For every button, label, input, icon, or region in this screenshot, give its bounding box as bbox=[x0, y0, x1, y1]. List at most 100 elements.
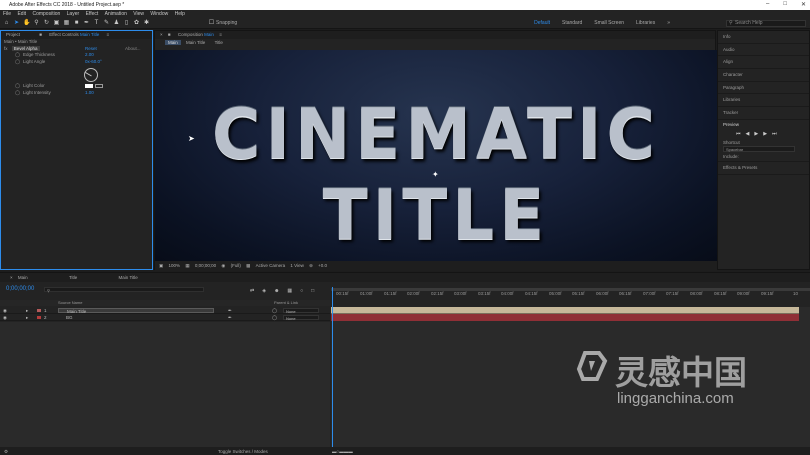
parent-dropdown[interactable]: None bbox=[283, 308, 319, 314]
menu-help[interactable]: Help bbox=[175, 10, 185, 18]
maximize-icon[interactable]: □ bbox=[783, 1, 787, 8]
angle-dial[interactable] bbox=[84, 68, 98, 82]
breadcrumb-title[interactable]: Title bbox=[215, 40, 223, 45]
workspace-default[interactable]: Default bbox=[534, 20, 550, 26]
layer-name[interactable]: BG bbox=[58, 315, 214, 320]
panel-tracker[interactable]: Tracker bbox=[718, 107, 809, 120]
breadcrumb-main[interactable]: Main bbox=[165, 40, 181, 45]
more-workspaces-icon[interactable]: » bbox=[667, 20, 670, 26]
layer-row[interactable]: ◉ ▸ 1 Main Title ✒ ◯ None bbox=[0, 307, 330, 314]
visibility-eye-icon[interactable]: ◉ bbox=[3, 314, 7, 321]
workspace-standard[interactable]: Standard bbox=[562, 20, 582, 26]
param-light-intensity[interactable]: ◯ Light Intensity 1.00 bbox=[1, 90, 152, 97]
timeline-timecode[interactable]: 0;00;00;00 bbox=[6, 286, 34, 292]
last-frame-icon[interactable]: ⏭ bbox=[772, 131, 777, 137]
rotate-tool-icon[interactable]: ↻ bbox=[43, 20, 50, 27]
column-parent-link[interactable]: Parent & Link bbox=[274, 300, 298, 306]
layer-search-input[interactable]: ⚲ bbox=[44, 287, 204, 293]
pick-whip-icon[interactable]: ◯ bbox=[272, 307, 277, 314]
brush-tool-icon[interactable]: ✎ bbox=[103, 20, 110, 27]
composition-mini-flowchart-icon[interactable]: ⇄ bbox=[250, 288, 254, 294]
param-value[interactable]: 1.00 bbox=[85, 90, 94, 97]
tab-timeline-main[interactable]: Main bbox=[18, 275, 28, 280]
layer-switch-icon[interactable]: ✒ bbox=[228, 307, 232, 314]
zoom-slider[interactable]: ▬○▬▬▬ bbox=[332, 447, 353, 455]
layer-bar-main-title[interactable] bbox=[331, 307, 799, 314]
fx-icon[interactable]: fx bbox=[4, 46, 8, 51]
lock-icon[interactable]: ■ bbox=[168, 32, 171, 37]
puppet-tool-icon[interactable]: ✱ bbox=[143, 20, 150, 27]
rectangle-tool-icon[interactable]: ■ bbox=[73, 20, 80, 27]
graph-editor-icon[interactable]: □ bbox=[311, 288, 314, 294]
tab-project[interactable]: Project bbox=[6, 32, 20, 37]
home-icon[interactable]: ⌂ bbox=[3, 20, 10, 27]
snapshot-icon[interactable]: ◉ bbox=[221, 263, 225, 268]
column-source-name[interactable]: Source Name bbox=[58, 300, 82, 306]
expand-arrow-icon[interactable]: ▸ bbox=[26, 314, 28, 321]
pick-whip-icon[interactable]: ◯ bbox=[272, 314, 277, 321]
region-icon[interactable]: ▣ bbox=[159, 263, 163, 268]
tab-timeline-main-title[interactable]: Main Title bbox=[119, 275, 138, 280]
panel-libraries[interactable]: Libraries bbox=[718, 94, 809, 108]
parent-dropdown[interactable]: None bbox=[283, 315, 319, 321]
transparency-grid-icon[interactable]: ▩ bbox=[246, 263, 250, 268]
close-icon[interactable]: × bbox=[160, 32, 163, 37]
current-time-indicator[interactable] bbox=[332, 287, 333, 447]
eraser-tool-icon[interactable]: ▯ bbox=[123, 20, 130, 27]
roto-brush-tool-icon[interactable]: ✿ bbox=[133, 20, 140, 27]
toggle-switches-modes-button[interactable]: Toggle Switches / Modes bbox=[218, 447, 268, 455]
time-ruler[interactable]: 00:15f 01:00f 01:15f 02:00f 02:15f 03:00… bbox=[331, 287, 810, 301]
fast-preview-icon[interactable]: ⊛ bbox=[309, 263, 313, 268]
camera-dropdown[interactable]: Active Camera bbox=[256, 263, 286, 268]
panel-align[interactable]: Align bbox=[718, 56, 809, 70]
panel-paragraph[interactable]: Paragraph bbox=[718, 82, 809, 95]
tab-timeline-title[interactable]: Title bbox=[69, 275, 77, 280]
prev-frame-icon[interactable]: ◀ bbox=[746, 131, 750, 137]
close-icon[interactable]: × bbox=[10, 275, 13, 280]
tab-effect-controls[interactable]: Effect Controls bbox=[49, 32, 78, 37]
close-icon[interactable]: ✕ bbox=[801, 1, 806, 8]
menu-animation[interactable]: Animation bbox=[105, 10, 127, 18]
menu-layer[interactable]: Layer bbox=[67, 10, 80, 18]
shy-layers-icon[interactable]: ☻ bbox=[274, 288, 279, 294]
views-dropdown[interactable]: 1 View bbox=[290, 263, 303, 268]
search-help-input[interactable]: ⚲ Search Help bbox=[726, 20, 806, 27]
draft-3d-icon[interactable]: ◈ bbox=[262, 288, 266, 294]
camera-tool-icon[interactable]: ▣ bbox=[53, 20, 60, 27]
menu-window[interactable]: Window bbox=[150, 10, 168, 18]
eyedropper-icon[interactable] bbox=[95, 84, 103, 88]
visibility-eye-icon[interactable]: ◉ bbox=[3, 307, 7, 314]
workspace-libraries[interactable]: Libraries bbox=[636, 20, 655, 26]
layer-switch-icon[interactable]: ✒ bbox=[228, 314, 232, 321]
panel-menu-icon[interactable]: ≡ bbox=[107, 32, 110, 37]
minimize-icon[interactable]: – bbox=[766, 1, 769, 8]
first-frame-icon[interactable]: ⏮ bbox=[736, 131, 741, 137]
menu-view[interactable]: View bbox=[133, 10, 144, 18]
menu-effect[interactable]: Effect bbox=[86, 10, 99, 18]
workspace-small-screen[interactable]: Small Screen bbox=[594, 20, 624, 26]
zoom-dropdown[interactable]: 100% bbox=[169, 263, 181, 268]
panel-character[interactable]: Character bbox=[718, 69, 809, 82]
layer-name[interactable]: Main Title bbox=[58, 308, 214, 314]
frame-blending-icon[interactable]: ▦ bbox=[287, 288, 292, 294]
next-frame-icon[interactable]: ▶ bbox=[763, 131, 767, 137]
play-icon[interactable]: ▶ bbox=[754, 131, 758, 137]
layer-label-color[interactable] bbox=[37, 309, 41, 312]
menu-composition[interactable]: Composition bbox=[32, 10, 60, 18]
anchor-point-icon[interactable]: ✦ bbox=[432, 170, 439, 179]
grid-icon[interactable]: ▦ bbox=[185, 263, 189, 268]
hand-tool-icon[interactable]: ✋ bbox=[23, 20, 30, 27]
layer-bar-bg[interactable] bbox=[331, 314, 799, 321]
composition-viewer[interactable]: CINEMATIC TITLE ✦ ➤ bbox=[155, 50, 717, 261]
stopwatch-icon[interactable]: ◯ bbox=[15, 90, 20, 97]
motion-blur-icon[interactable]: ○ bbox=[300, 288, 303, 294]
tab-composition[interactable]: Composition bbox=[178, 32, 203, 37]
menu-file[interactable]: File bbox=[3, 10, 11, 18]
clone-stamp-tool-icon[interactable]: ♟ bbox=[113, 20, 120, 27]
viewer-timecode[interactable]: 0;00;00;00 bbox=[195, 263, 216, 268]
panel-menu-icon[interactable]: ≡ bbox=[219, 32, 222, 37]
layer-label-color[interactable] bbox=[37, 316, 41, 319]
selection-tool-icon[interactable]: ➤ bbox=[13, 20, 20, 27]
snapping-checkbox-icon[interactable]: ☐ bbox=[208, 20, 215, 27]
comp-settings-icon[interactable]: ⚙ bbox=[4, 449, 8, 454]
